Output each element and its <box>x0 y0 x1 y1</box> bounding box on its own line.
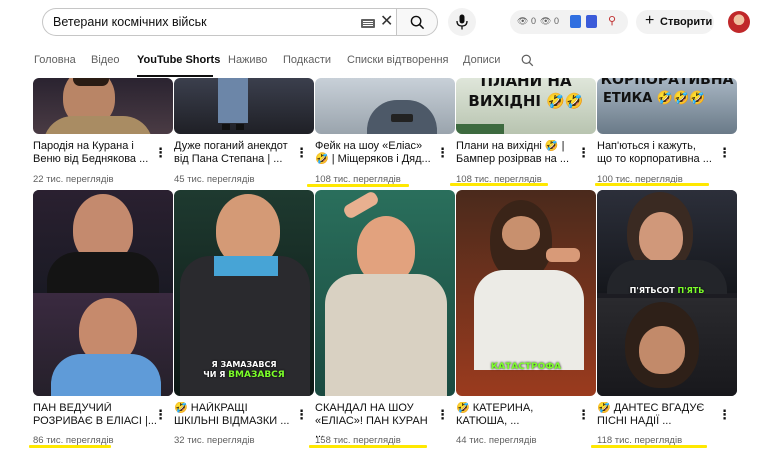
highlight-mark <box>591 445 707 448</box>
more-vert-icon[interactable]: ⋮ <box>295 408 308 422</box>
thumbnail-caption: КАТАСТРОФА <box>490 362 562 372</box>
highlight-mark <box>450 183 548 186</box>
search-input[interactable] <box>53 15 343 29</box>
short-thumbnail[interactable] <box>315 190 455 396</box>
more-vert-icon[interactable]: ⋮ <box>718 146 731 160</box>
create-label: Створити <box>660 16 713 28</box>
short-card[interactable]: ПЛАНИ НА ВИХІДНІ 🤣🤣 Плани на вихідні 🤣 |… <box>450 78 596 188</box>
ext-count-b: 0 <box>554 16 560 26</box>
eye-icon: 👁 <box>517 16 529 26</box>
extensions-group[interactable]: 👁 0 👁 0 ⚲ <box>510 10 628 34</box>
view-count: 45 тис. переглядів <box>174 174 255 185</box>
thumbnail-text: ПЛАНИ НА <box>480 78 572 90</box>
extension-icon[interactable] <box>570 15 581 28</box>
short-title[interactable]: ПАН ВЕДУЧИЙ РОЗРИВАЄ В ЕЛІАСІ |... <box>33 402 157 428</box>
short-title[interactable]: Фейк на шоу «Еліас» 🤣 | Міщеряков і Дяд..… <box>315 140 439 166</box>
create-button[interactable]: + Створити <box>636 10 714 34</box>
short-card[interactable]: Пародія на Курана і Веню від Беднякова ..… <box>33 78 173 188</box>
short-thumbnail[interactable]: Я ЗАМАЗАВСЯ ЧИ Я ВМАЗАВСЯ <box>174 190 314 396</box>
thumbnail-text: ЕТИКА 🤣🤣🤣 <box>603 91 706 106</box>
ext-count-a: 0 <box>531 16 537 26</box>
thumbnail-caption: Я ЗАМАЗАВСЯ <box>211 360 277 369</box>
more-vert-icon[interactable]: ⋮ <box>436 408 449 422</box>
clear-icon[interactable]: ✕ <box>380 13 393 31</box>
search-icon[interactable] <box>521 54 534 67</box>
highlight-mark <box>307 184 409 187</box>
short-thumbnail[interactable] <box>33 190 173 396</box>
masthead: ✕ 👁 0 👁 0 ⚲ + Створити <box>0 0 768 44</box>
short-card[interactable]: КОРПОРАТИВНА ЕТИКА 🤣🤣🤣 Нап'ються і кажут… <box>595 78 737 188</box>
mic-icon <box>456 14 468 30</box>
thumbnail-caption: П'ЯТЬСОТ П'ЯТЬ <box>629 286 705 295</box>
short-thumbnail[interactable] <box>315 78 455 134</box>
voice-search-button[interactable] <box>448 8 476 36</box>
search-icon <box>410 15 425 30</box>
short-title[interactable]: 🤣 КАТЕРИНА, КАТЮША, ... <box>456 402 580 428</box>
short-card[interactable]: П'ЯТЬСОТ П'ЯТЬ 🤣 ДАНТЕС ВГАДУЄ ПІСНІ НАДІ… <box>591 190 737 452</box>
short-thumbnail[interactable]: ПЛАНИ НА ВИХІДНІ 🤣🤣 <box>456 78 596 134</box>
short-card[interactable]: ПАН ВЕДУЧИЙ РОЗРИВАЄ В ЕЛІАСІ |... ⋮ 86 т… <box>29 190 173 452</box>
short-title[interactable]: Дуже поганий анекдот від Пана Степана | .… <box>174 140 298 166</box>
extension-icon[interactable] <box>586 15 597 28</box>
more-vert-icon[interactable]: ⋮ <box>436 146 449 160</box>
plus-icon: + <box>645 12 655 29</box>
thumbnail-text: ВИХІДНІ 🤣🤣 <box>468 92 584 110</box>
tab-posts[interactable]: Дописи <box>463 54 500 66</box>
search-button[interactable] <box>396 8 438 36</box>
short-thumbnail[interactable] <box>174 78 314 134</box>
tab-shorts[interactable]: YouTube Shorts <box>137 54 220 66</box>
short-title[interactable]: Нап'ються і кажуть, що то корпоративна ..… <box>597 140 721 166</box>
short-card[interactable]: Я ЗАМАЗАВСЯ ЧИ Я ВМАЗАВСЯ 🤣 НАЙКРАЩІ ШКІЛ… <box>174 190 314 452</box>
short-card[interactable]: Фейк на шоу «Еліас» 🤣 | Міщеряков і Дяд..… <box>307 78 455 188</box>
view-count: 32 тис. переглядів <box>174 435 255 446</box>
view-count: 44 тис. переглядів <box>456 435 537 446</box>
short-card[interactable]: КАТАСТРОФА 🤣 КАТЕРИНА, КАТЮША, ... ⋮ 44 т… <box>456 190 596 452</box>
more-vert-icon[interactable]: ⋮ <box>295 146 308 160</box>
more-vert-icon[interactable]: ⋮ <box>577 146 590 160</box>
tab-live[interactable]: Наживо <box>228 54 267 66</box>
highlight-mark <box>595 183 709 186</box>
highlight-mark <box>29 445 111 448</box>
short-title[interactable]: Плани на вихідні 🤣 | Бампер розірвав на .… <box>456 140 580 166</box>
active-tab-indicator <box>137 75 213 77</box>
highlight-mark <box>309 445 427 448</box>
tab-playlists[interactable]: Списки відтворення <box>347 54 448 66</box>
more-vert-icon[interactable]: ⋮ <box>154 408 167 422</box>
short-card[interactable]: Дуже поганий анекдот від Пана Степана | .… <box>174 78 314 188</box>
avatar[interactable] <box>728 11 750 33</box>
thumbnail-text: КОРПОРАТИВНА <box>600 78 734 88</box>
more-vert-icon[interactable]: ⋮ <box>718 408 731 422</box>
tab-videos[interactable]: Відео <box>91 54 119 66</box>
short-thumbnail[interactable]: КОРПОРАТИВНА ЕТИКА 🤣🤣🤣 <box>597 78 737 134</box>
tab-podcasts[interactable]: Подкасти <box>283 54 331 66</box>
more-vert-icon[interactable]: ⋮ <box>154 146 167 160</box>
keyboard-icon[interactable] <box>361 19 375 28</box>
short-thumbnail[interactable]: П'ЯТЬСОТ П'ЯТЬ <box>597 190 737 396</box>
more-vert-icon[interactable]: ⋮ <box>577 408 590 422</box>
short-title[interactable]: Пародія на Курана і Веню від Беднякова ..… <box>33 140 157 166</box>
short-title[interactable]: 🤣 ДАНТЕС ВГАДУЄ ПІСНІ НАДІЇ ... <box>597 402 721 428</box>
extension-icon[interactable]: ⚲ <box>608 14 616 27</box>
short-card[interactable]: СКАНДАЛ НА ШОУ «ЕЛІАС»! ПАН КУРАН ... ⋮ 1… <box>309 190 455 452</box>
tab-home[interactable]: Головна <box>34 54 76 66</box>
short-thumbnail[interactable]: КАТАСТРОФА <box>456 190 596 396</box>
short-title[interactable]: 🤣 НАЙКРАЩІ ШКІЛЬНІ ВІДМАЗКИ ... <box>174 402 298 428</box>
thumbnail-caption: ЧИ Я ВМАЗАВСЯ <box>203 370 285 380</box>
view-count: 22 тис. переглядів <box>33 174 114 185</box>
eye-icon: 👁 <box>540 16 552 26</box>
short-thumbnail[interactable] <box>33 78 173 134</box>
search-box[interactable]: ✕ <box>42 8 396 36</box>
channel-tabs: Головна Відео YouTube Shorts Наживо Подк… <box>0 44 768 78</box>
